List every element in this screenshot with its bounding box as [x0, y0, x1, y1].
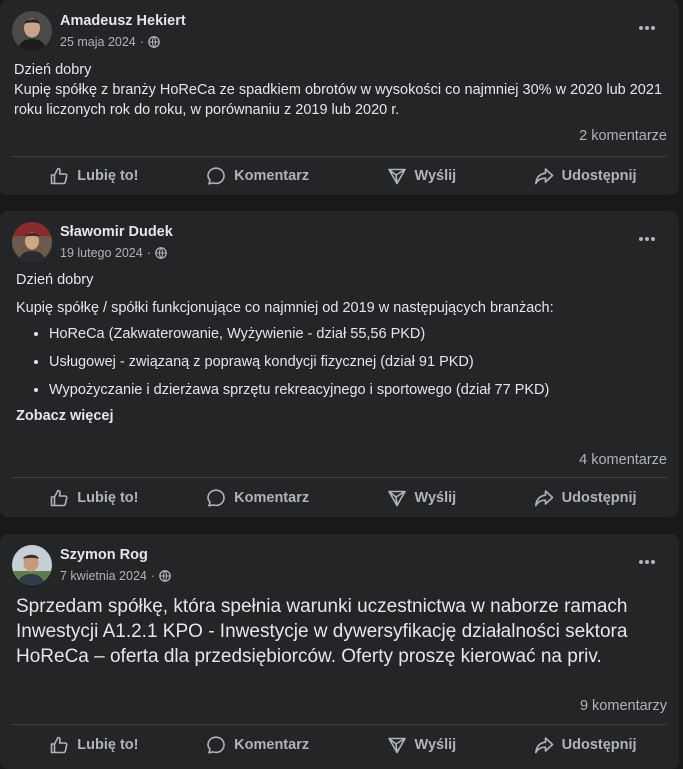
post: Amadeusz Hekiert 25 maja 2024 · Dzień do…: [0, 0, 679, 195]
comment-button[interactable]: Komentarz: [176, 157, 340, 195]
comment-button[interactable]: Komentarz: [176, 726, 340, 764]
feed: Amadeusz Hekiert 25 maja 2024 · Dzień do…: [0, 0, 683, 769]
like-label: Lubię to!: [77, 737, 139, 753]
post-meta: 25 maja 2024 ·: [60, 35, 160, 49]
post-actions: Lubię to! Komentarz Wyślij Udostępnij: [12, 479, 667, 517]
more-options-icon[interactable]: [637, 18, 657, 38]
share-label: Udostępnij: [561, 737, 637, 753]
comment-icon: [206, 166, 226, 186]
send-icon: [387, 488, 407, 508]
post-body: Dzień dobry Kupię spółkę z branży HoReCa…: [0, 56, 679, 120]
globe-icon: [159, 570, 171, 582]
post-text: Sprzedam spółkę, która spełnia warunki u…: [16, 596, 628, 667]
share-button[interactable]: Udostępnij: [503, 479, 667, 517]
share-button[interactable]: Udostępnij: [503, 157, 667, 195]
post-greeting: Dzień dobry: [16, 272, 94, 288]
avatar[interactable]: [12, 545, 52, 585]
send-button[interactable]: Wyślij: [340, 479, 504, 517]
see-more-link[interactable]: Zobacz więcej: [16, 406, 665, 426]
avatar[interactable]: [12, 222, 52, 262]
share-label: Udostępnij: [561, 490, 637, 506]
post-greeting: Dzień dobry: [14, 62, 92, 78]
like-button[interactable]: Lubię to!: [12, 157, 176, 195]
like-button[interactable]: Lubię to!: [12, 479, 176, 517]
post: Szymon Rog 7 kwietnia 2024 · Sprzedam sp…: [0, 534, 679, 769]
like-icon: [49, 488, 69, 508]
post-date[interactable]: 19 lutego 2024: [60, 246, 143, 260]
more-options-icon[interactable]: [637, 552, 657, 572]
divider: [12, 477, 667, 478]
avatar[interactable]: [12, 11, 52, 51]
author-name[interactable]: Amadeusz Hekiert: [60, 13, 186, 29]
globe-icon: [155, 247, 167, 259]
share-icon: [534, 166, 554, 186]
post-text: Kupię spółkę / spółki funkcjonujące co n…: [16, 300, 554, 316]
list-item: Wypożyczanie i dzierżawa sprzętu rekreac…: [49, 376, 665, 404]
comment-label: Komentarz: [234, 168, 310, 184]
author-name[interactable]: Sławomir Dudek: [60, 224, 173, 240]
meta-separator: ·: [150, 569, 156, 583]
send-label: Wyślij: [414, 490, 457, 506]
comment-icon: [206, 735, 226, 755]
post-list: HoReCa (Zakwaterowanie, Wyżywienie - dzi…: [16, 320, 665, 404]
send-label: Wyślij: [414, 168, 457, 184]
send-label: Wyślij: [414, 737, 457, 753]
post-header: Sławomir Dudek 19 lutego 2024 ·: [0, 211, 679, 267]
post-date[interactable]: 25 maja 2024: [60, 35, 136, 49]
comment-label: Komentarz: [234, 490, 310, 506]
share-button[interactable]: Udostępnij: [503, 726, 667, 764]
more-options-icon[interactable]: [637, 229, 657, 249]
like-label: Lubię to!: [77, 168, 139, 184]
send-icon: [387, 166, 407, 186]
post-actions: Lubię to! Komentarz Wyślij Udostępnij: [12, 726, 667, 764]
comments-count[interactable]: 2 komentarze: [579, 128, 667, 144]
share-label: Udostępnij: [561, 168, 637, 184]
send-icon: [387, 735, 407, 755]
send-button[interactable]: Wyślij: [340, 726, 504, 764]
divider: [12, 724, 667, 725]
share-icon: [534, 488, 554, 508]
comments-count[interactable]: 4 komentarze: [579, 452, 667, 468]
list-item: Usługowej - związaną z poprawą kondycji …: [49, 348, 665, 376]
comments-count[interactable]: 9 komentarzy: [580, 698, 667, 714]
like-button[interactable]: Lubię to!: [12, 726, 176, 764]
author-name[interactable]: Szymon Rog: [60, 547, 148, 563]
like-label: Lubię to!: [77, 490, 139, 506]
post-header: Amadeusz Hekiert 25 maja 2024 ·: [0, 0, 679, 56]
like-icon: [49, 166, 69, 186]
meta-separator: ·: [139, 35, 144, 49]
share-icon: [534, 735, 554, 755]
post-text: Kupię spółkę z branży HoReCa ze spadkiem…: [14, 82, 663, 118]
post-header: Szymon Rog 7 kwietnia 2024 ·: [0, 534, 679, 590]
post-body: Dzień dobry Kupię spółkę / spółki funkcj…: [0, 267, 679, 426]
comment-icon: [206, 488, 226, 508]
list-item: HoReCa (Zakwaterowanie, Wyżywienie - dzi…: [49, 320, 665, 348]
meta-separator: ·: [146, 246, 151, 260]
send-button[interactable]: Wyślij: [340, 157, 504, 195]
post-meta: 7 kwietnia 2024 ·: [60, 569, 171, 583]
post: Sławomir Dudek 19 lutego 2024 · Dzień do…: [0, 211, 679, 517]
globe-icon: [148, 36, 160, 48]
post-date[interactable]: 7 kwietnia 2024: [60, 569, 147, 583]
like-icon: [49, 735, 69, 755]
comment-label: Komentarz: [234, 737, 310, 753]
post-actions: Lubię to! Komentarz Wyślij Udostępnij: [12, 157, 667, 195]
comment-button[interactable]: Komentarz: [176, 479, 340, 517]
post-meta: 19 lutego 2024 ·: [60, 246, 167, 260]
